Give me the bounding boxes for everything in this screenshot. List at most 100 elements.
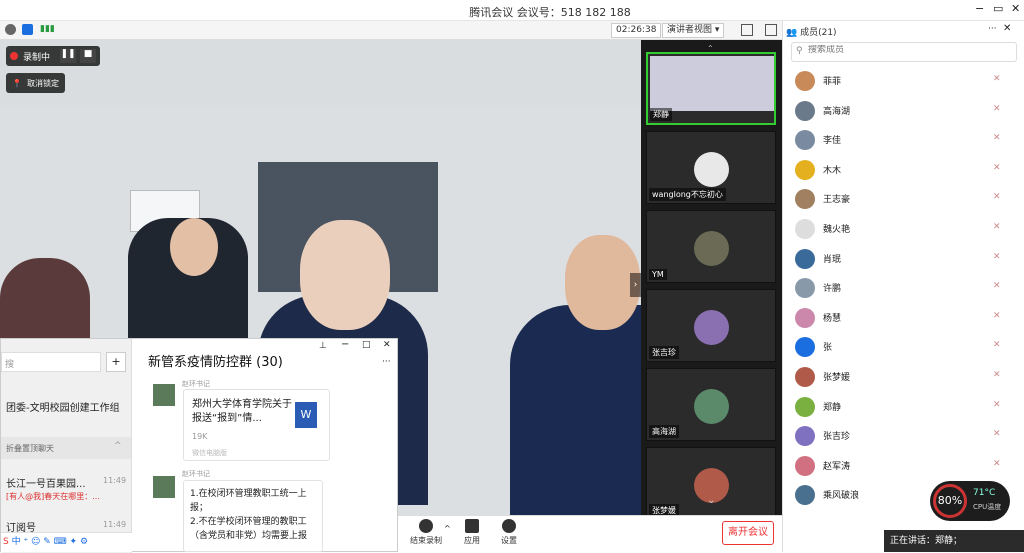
participant-tile[interactable]: 张吉珍 [646,289,776,362]
member-row[interactable]: 杨慧 ✕ [783,303,1023,332]
cpu-widget: 80% 71°C CPU温度 [930,481,1010,521]
member-name: 杨慧 [823,313,842,324]
member-name: 张梦媛 [823,373,851,383]
member-row[interactable]: 菲菲 ✕ [783,66,1023,95]
stop-record-button[interactable]: 结束录制 [410,519,442,546]
participant-tile[interactable]: YM [646,210,776,283]
chat-search-box[interactable]: 搜 [1,352,101,372]
more-icon[interactable]: ··· [988,24,997,34]
layout-icon[interactable] [765,24,777,36]
maximize-icon[interactable]: □ [362,340,371,350]
participant-tile[interactable]: 张梦媛 [646,447,776,520]
member-search-input[interactable] [808,45,1008,55]
face-right [565,235,640,330]
mic-muted-icon[interactable]: ✕ [993,252,1001,262]
participant-name: 郑静 [650,108,672,121]
chevron-up-icon: ^ [114,441,122,451]
mic-muted-icon[interactable]: ✕ [993,340,1001,350]
member-row[interactable]: 王志豪 ✕ [783,184,1023,213]
member-row[interactable]: 魏火艳 ✕ [783,214,1023,243]
file-message[interactable]: 郑州大学体育学院关于报送“报到”情... W 19K 微信电脑版 [183,389,330,461]
mic-muted-icon[interactable]: ✕ [993,311,1001,321]
participant-avatar [694,310,729,345]
mic-muted-icon[interactable]: ✕ [993,429,1001,439]
minimize-icon[interactable]: − [975,2,984,15]
avatar[interactable] [153,384,175,406]
signal-icon[interactable]: ▮▮▮ [40,24,55,34]
search-icon: ⚲ [796,46,803,56]
member-row[interactable]: 赵军涛 ✕ [783,451,1023,480]
avatar [795,367,815,387]
apps-button[interactable]: 应用 [456,519,488,546]
member-row[interactable]: 许鹏 ✕ [783,273,1023,302]
mic-muted-icon[interactable]: ✕ [993,222,1001,232]
scroll-down-icon[interactable]: ⌄ [707,495,715,506]
member-name: 张吉珍 [823,432,851,443]
avatar[interactable] [153,476,175,498]
member-row[interactable]: 张梦媛 ✕ [783,362,1023,391]
ime-toolbar[interactable]: S 中 ⁺ ☺ ✎ ⌨ ✦ ⚙ [1,532,132,552]
chat-item-name[interactable]: 长江一号百果园... [6,475,86,490]
member-row[interactable]: 李佳 ✕ [783,125,1023,154]
avatar [795,159,815,180]
message-sender: 赵环书记 [182,470,210,478]
stop-record-label: 结束录制 [410,536,442,545]
participant-tile[interactable]: 郑静 [646,52,776,125]
member-row[interactable]: 高海湖 ✕ [783,96,1023,125]
participant-name: YM [649,269,667,280]
pause-icon[interactable]: ❚❚ [60,49,77,63]
meeting-controls: 结束录制 ^ 应用 设置 离开会议 [398,515,782,552]
member-row[interactable]: 木木 ✕ [783,155,1023,184]
mic-muted-icon[interactable]: ✕ [993,459,1001,469]
collapse-strip-button[interactable]: › [630,273,641,297]
close-panel-icon[interactable]: ✕ [1003,23,1011,34]
fullscreen-icon[interactable] [741,24,753,36]
member-row[interactable]: 肖珉 ✕ [783,244,1023,273]
chat-item-preview: [有人@我]春天在哪里：... [6,492,100,501]
folded-pinned-bar[interactable]: 折叠置顶聊天 ^ [1,437,131,459]
mic-muted-icon[interactable]: ✕ [993,370,1001,380]
close-icon[interactable]: ✕ [1011,2,1020,15]
restore-icon[interactable]: ▭ [993,2,1003,15]
mic-muted-icon[interactable]: ✕ [993,104,1001,114]
member-row[interactable]: 郑静 ✕ [783,392,1023,421]
window-title: 腾讯会议 会议号：518 182 188 [469,6,631,19]
close-icon[interactable]: ✕ [383,340,391,350]
member-row[interactable]: 张 ✕ [783,332,1023,361]
mic-muted-icon[interactable]: ✕ [993,163,1001,173]
record-dot-icon [10,52,18,60]
face-center [300,220,390,330]
mic-muted-icon[interactable]: ✕ [993,74,1001,84]
participant-avatar [694,231,729,266]
view-mode-select[interactable]: 演讲者视图 ▾ [662,23,725,38]
member-row[interactable]: 张吉珍 ✕ [783,421,1023,450]
participant-strip: ⌃ 郑静 wanglong不忘初心 YM 张吉珍 高海湖 张梦媛 ⌄ [641,40,782,520]
stop-icon[interactable]: ■ [80,49,97,63]
leave-meeting-button[interactable]: 离开会议 [722,521,774,545]
participant-tile[interactable]: 高海湖 [646,368,776,441]
mic-muted-icon[interactable]: ✕ [993,281,1001,291]
avatar [795,307,815,328]
info-icon[interactable] [5,24,16,35]
avatar [795,219,815,239]
mic-muted-icon[interactable]: ✕ [993,400,1001,410]
shield-icon[interactable] [22,24,33,35]
grid-icon [465,519,479,533]
mic-muted-icon[interactable]: ✕ [993,133,1001,143]
more-icon[interactable]: ··· [382,357,391,367]
mic-muted-icon[interactable]: ✕ [993,192,1001,202]
minimize-icon[interactable]: − [341,339,349,350]
title-bar: 腾讯会议 会议号：518 182 188 − ▭ ✕ [0,0,1024,21]
chevron-up-icon[interactable]: ^ [444,524,451,533]
settings-button[interactable]: 设置 [493,519,525,546]
unpin-button[interactable]: 📍 取消锁定 [6,73,65,93]
member-search-box[interactable]: ⚲ [791,42,1017,62]
members-header: 👥 成员(21) [786,25,837,38]
add-chat-button[interactable]: + [106,352,126,372]
participant-tile[interactable]: wanglong不忘初心 [646,131,776,204]
pin-icon: 📍 [12,78,22,88]
chat-item-group[interactable]: 团委-文明校园创建工作组 [6,399,120,414]
pin-icon[interactable]: ⊥ [319,341,327,351]
member-name: 许鹏 [823,284,842,295]
file-size: 19K [192,432,208,441]
